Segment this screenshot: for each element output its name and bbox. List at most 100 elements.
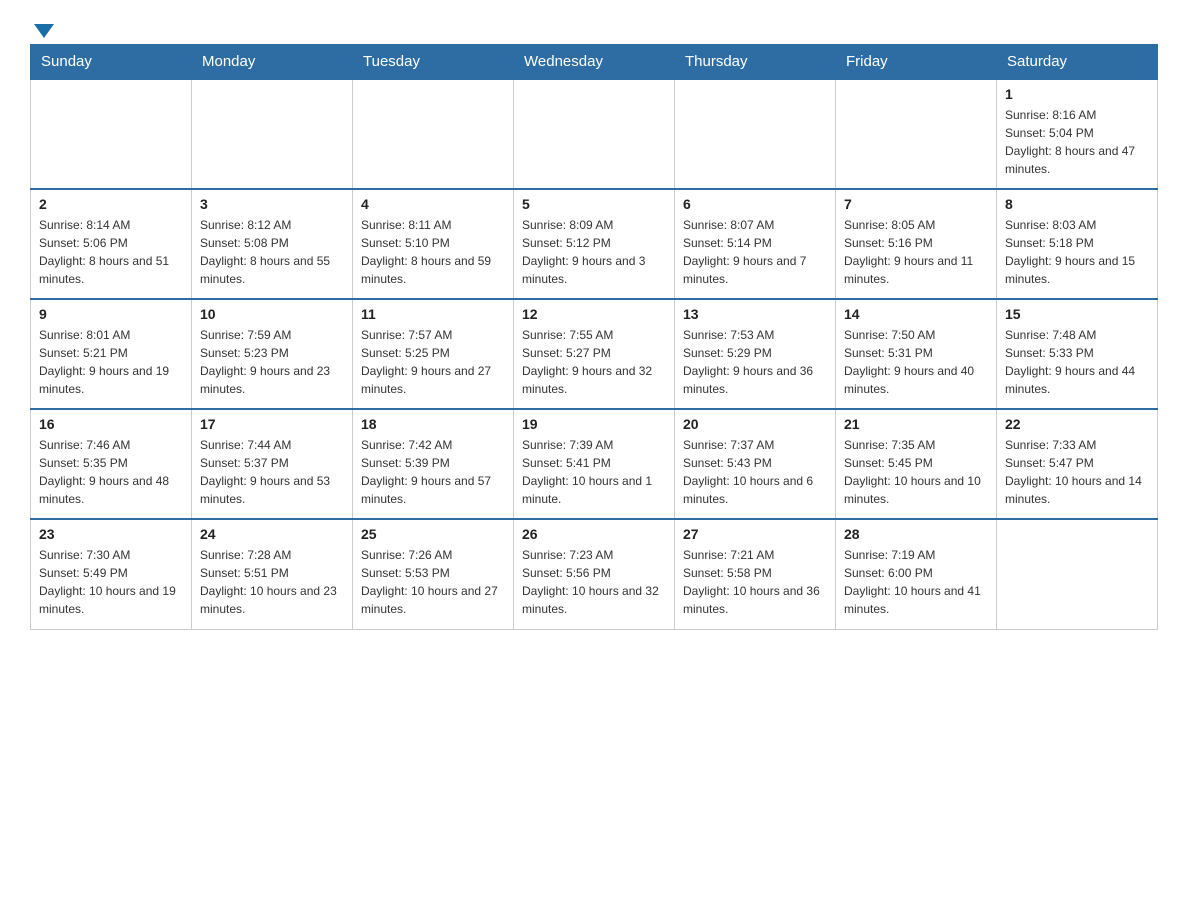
day-number: 10 xyxy=(200,306,344,322)
day-info: Sunrise: 7:26 AM Sunset: 5:53 PM Dayligh… xyxy=(361,546,505,618)
day-number: 2 xyxy=(39,196,183,212)
day-number: 24 xyxy=(200,526,344,542)
calendar-day-header: Sunday xyxy=(31,45,192,80)
day-number: 6 xyxy=(683,196,827,212)
day-number: 11 xyxy=(361,306,505,322)
day-info: Sunrise: 7:46 AM Sunset: 5:35 PM Dayligh… xyxy=(39,436,183,508)
day-info: Sunrise: 7:21 AM Sunset: 5:58 PM Dayligh… xyxy=(683,546,827,618)
logo-arrow-icon xyxy=(34,24,54,38)
day-info: Sunrise: 8:07 AM Sunset: 5:14 PM Dayligh… xyxy=(683,216,827,288)
calendar-week-row: 2 Sunrise: 8:14 AM Sunset: 5:06 PM Daylig… xyxy=(31,189,1158,299)
calendar-day-cell: 24 Sunrise: 7:28 AM Sunset: 5:51 PM Dayli… xyxy=(192,519,353,629)
day-number: 21 xyxy=(844,416,988,432)
calendar-day-cell xyxy=(353,79,514,189)
calendar-day-cell: 4 Sunrise: 8:11 AM Sunset: 5:10 PM Daylig… xyxy=(353,189,514,299)
calendar-day-cell: 23 Sunrise: 7:30 AM Sunset: 5:49 PM Dayli… xyxy=(31,519,192,629)
day-info: Sunrise: 8:16 AM Sunset: 5:04 PM Dayligh… xyxy=(1005,106,1149,178)
calendar-day-header: Monday xyxy=(192,45,353,80)
day-number: 25 xyxy=(361,526,505,542)
logo-general-text xyxy=(30,20,54,38)
logo xyxy=(30,20,54,34)
day-info: Sunrise: 8:11 AM Sunset: 5:10 PM Dayligh… xyxy=(361,216,505,288)
day-number: 3 xyxy=(200,196,344,212)
calendar-day-header: Friday xyxy=(836,45,997,80)
day-info: Sunrise: 7:23 AM Sunset: 5:56 PM Dayligh… xyxy=(522,546,666,618)
day-info: Sunrise: 7:19 AM Sunset: 6:00 PM Dayligh… xyxy=(844,546,988,618)
calendar-day-cell: 9 Sunrise: 8:01 AM Sunset: 5:21 PM Daylig… xyxy=(31,299,192,409)
calendar-day-cell: 2 Sunrise: 8:14 AM Sunset: 5:06 PM Daylig… xyxy=(31,189,192,299)
day-info: Sunrise: 8:03 AM Sunset: 5:18 PM Dayligh… xyxy=(1005,216,1149,288)
day-info: Sunrise: 8:09 AM Sunset: 5:12 PM Dayligh… xyxy=(522,216,666,288)
day-info: Sunrise: 7:44 AM Sunset: 5:37 PM Dayligh… xyxy=(200,436,344,508)
day-info: Sunrise: 7:37 AM Sunset: 5:43 PM Dayligh… xyxy=(683,436,827,508)
calendar-day-cell: 17 Sunrise: 7:44 AM Sunset: 5:37 PM Dayli… xyxy=(192,409,353,519)
day-number: 14 xyxy=(844,306,988,322)
day-number: 9 xyxy=(39,306,183,322)
day-info: Sunrise: 8:14 AM Sunset: 5:06 PM Dayligh… xyxy=(39,216,183,288)
calendar-day-cell: 6 Sunrise: 8:07 AM Sunset: 5:14 PM Daylig… xyxy=(675,189,836,299)
calendar-day-cell: 16 Sunrise: 7:46 AM Sunset: 5:35 PM Dayli… xyxy=(31,409,192,519)
day-number: 20 xyxy=(683,416,827,432)
day-number: 8 xyxy=(1005,196,1149,212)
calendar-day-cell: 26 Sunrise: 7:23 AM Sunset: 5:56 PM Dayli… xyxy=(514,519,675,629)
calendar-day-cell: 11 Sunrise: 7:57 AM Sunset: 5:25 PM Dayli… xyxy=(353,299,514,409)
day-info: Sunrise: 7:50 AM Sunset: 5:31 PM Dayligh… xyxy=(844,326,988,398)
calendar-week-row: 16 Sunrise: 7:46 AM Sunset: 5:35 PM Dayli… xyxy=(31,409,1158,519)
calendar-day-cell xyxy=(514,79,675,189)
calendar-week-row: 23 Sunrise: 7:30 AM Sunset: 5:49 PM Dayli… xyxy=(31,519,1158,629)
day-number: 4 xyxy=(361,196,505,212)
day-number: 15 xyxy=(1005,306,1149,322)
day-info: Sunrise: 7:30 AM Sunset: 5:49 PM Dayligh… xyxy=(39,546,183,618)
day-info: Sunrise: 7:39 AM Sunset: 5:41 PM Dayligh… xyxy=(522,436,666,508)
calendar-day-header: Saturday xyxy=(997,45,1158,80)
calendar-day-cell: 7 Sunrise: 8:05 AM Sunset: 5:16 PM Daylig… xyxy=(836,189,997,299)
calendar-day-cell: 14 Sunrise: 7:50 AM Sunset: 5:31 PM Dayli… xyxy=(836,299,997,409)
day-number: 27 xyxy=(683,526,827,542)
calendar-day-cell: 28 Sunrise: 7:19 AM Sunset: 6:00 PM Dayli… xyxy=(836,519,997,629)
calendar-day-cell: 21 Sunrise: 7:35 AM Sunset: 5:45 PM Dayli… xyxy=(836,409,997,519)
calendar-week-row: 9 Sunrise: 8:01 AM Sunset: 5:21 PM Daylig… xyxy=(31,299,1158,409)
day-info: Sunrise: 7:53 AM Sunset: 5:29 PM Dayligh… xyxy=(683,326,827,398)
day-number: 5 xyxy=(522,196,666,212)
calendar-day-cell: 27 Sunrise: 7:21 AM Sunset: 5:58 PM Dayli… xyxy=(675,519,836,629)
day-info: Sunrise: 8:12 AM Sunset: 5:08 PM Dayligh… xyxy=(200,216,344,288)
day-number: 17 xyxy=(200,416,344,432)
calendar-header-row: SundayMondayTuesdayWednesdayThursdayFrid… xyxy=(31,45,1158,80)
calendar-day-cell xyxy=(675,79,836,189)
calendar-day-cell: 8 Sunrise: 8:03 AM Sunset: 5:18 PM Daylig… xyxy=(997,189,1158,299)
day-info: Sunrise: 7:57 AM Sunset: 5:25 PM Dayligh… xyxy=(361,326,505,398)
day-number: 1 xyxy=(1005,86,1149,102)
calendar-day-cell: 22Sunrise: 7:33 AM Sunset: 5:47 PM Dayli… xyxy=(997,409,1158,519)
day-number: 23 xyxy=(39,526,183,542)
day-info: Sunrise: 7:42 AM Sunset: 5:39 PM Dayligh… xyxy=(361,436,505,508)
day-number: 28 xyxy=(844,526,988,542)
day-info: Sunrise: 7:35 AM Sunset: 5:45 PM Dayligh… xyxy=(844,436,988,508)
day-number: 26 xyxy=(522,526,666,542)
calendar-day-cell: 25 Sunrise: 7:26 AM Sunset: 5:53 PM Dayli… xyxy=(353,519,514,629)
day-number: 16 xyxy=(39,416,183,432)
day-info: Sunrise: 7:59 AM Sunset: 5:23 PM Dayligh… xyxy=(200,326,344,398)
calendar-day-cell: 13Sunrise: 7:53 AM Sunset: 5:29 PM Dayli… xyxy=(675,299,836,409)
day-number: 19 xyxy=(522,416,666,432)
day-info: Sunrise: 8:01 AM Sunset: 5:21 PM Dayligh… xyxy=(39,326,183,398)
calendar-day-cell: 3 Sunrise: 8:12 AM Sunset: 5:08 PM Daylig… xyxy=(192,189,353,299)
calendar-day-cell: 1 Sunrise: 8:16 AM Sunset: 5:04 PM Daylig… xyxy=(997,79,1158,189)
calendar-day-cell xyxy=(31,79,192,189)
day-info: Sunrise: 7:33 AM Sunset: 5:47 PM Dayligh… xyxy=(1005,436,1149,508)
calendar-day-header: Tuesday xyxy=(353,45,514,80)
day-number: 7 xyxy=(844,196,988,212)
day-number: 18 xyxy=(361,416,505,432)
day-info: Sunrise: 7:55 AM Sunset: 5:27 PM Dayligh… xyxy=(522,326,666,398)
day-info: Sunrise: 7:28 AM Sunset: 5:51 PM Dayligh… xyxy=(200,546,344,618)
calendar-day-cell: 20 Sunrise: 7:37 AM Sunset: 5:43 PM Dayli… xyxy=(675,409,836,519)
calendar-day-cell xyxy=(997,519,1158,629)
calendar-day-header: Wednesday xyxy=(514,45,675,80)
calendar-day-cell: 18 Sunrise: 7:42 AM Sunset: 5:39 PM Dayli… xyxy=(353,409,514,519)
calendar-day-cell xyxy=(192,79,353,189)
calendar-week-row: 1 Sunrise: 8:16 AM Sunset: 5:04 PM Daylig… xyxy=(31,79,1158,189)
calendar-day-cell: 12Sunrise: 7:55 AM Sunset: 5:27 PM Dayli… xyxy=(514,299,675,409)
day-info: Sunrise: 8:05 AM Sunset: 5:16 PM Dayligh… xyxy=(844,216,988,288)
calendar-day-cell: 19 Sunrise: 7:39 AM Sunset: 5:41 PM Dayli… xyxy=(514,409,675,519)
calendar-table: SundayMondayTuesdayWednesdayThursdayFrid… xyxy=(30,44,1158,630)
page-header xyxy=(30,20,1158,34)
